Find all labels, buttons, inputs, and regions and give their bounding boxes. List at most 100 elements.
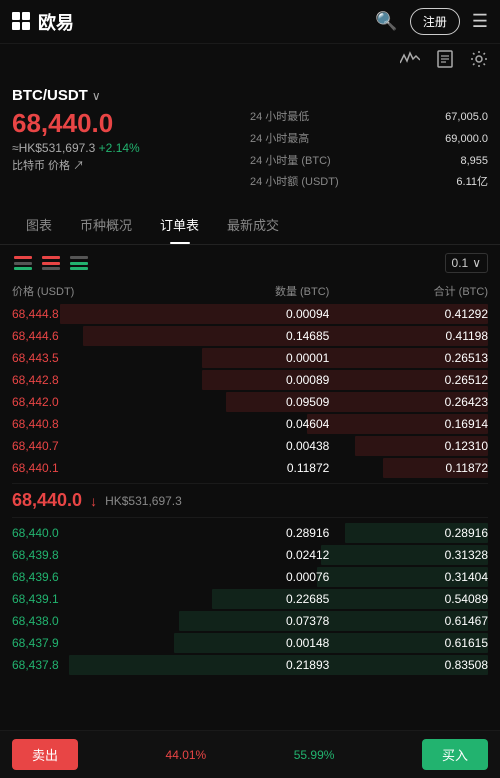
- sell-order-row[interactable]: 68,442.8 0.00089 0.26512: [12, 369, 488, 391]
- buy-total: 0.61467: [329, 614, 488, 628]
- sell-button[interactable]: 卖出: [12, 739, 78, 770]
- buy-total: 0.31404: [329, 570, 488, 584]
- main-price: 68,440.0: [12, 108, 250, 139]
- stat-low-label: 24 小时最低: [250, 108, 437, 128]
- sell-qty: 0.14685: [171, 329, 330, 343]
- sell-order-row[interactable]: 68,440.1 0.11872 0.11872: [12, 457, 488, 479]
- sell-total: 0.26512: [329, 373, 488, 387]
- precision-selector[interactable]: 0.1 ∨: [445, 253, 488, 273]
- register-button[interactable]: 注册: [410, 8, 460, 35]
- price-section: BTC/USDT ∨ 68,440.0 ≈HK$531,697.3 +2.14%…: [0, 79, 500, 201]
- tab-orderbook[interactable]: 订单表: [146, 205, 213, 244]
- sell-price: 68,440.1: [12, 461, 171, 475]
- buy-price: 68,439.1: [12, 592, 171, 606]
- trading-pair[interactable]: BTC/USDT: [12, 87, 88, 104]
- sell-order-row[interactable]: 68,442.0 0.09509 0.26423: [12, 391, 488, 413]
- orderbook-header: 价格 (USDT) 数量 (BTC) 合计 (BTC): [12, 281, 488, 301]
- buy-price: 68,439.8: [12, 548, 171, 562]
- pair-row: BTC/USDT ∨: [12, 87, 488, 104]
- pair-dropdown-icon[interactable]: ∨: [92, 89, 101, 103]
- buy-order-row[interactable]: 68,439.1 0.22685 0.54089: [12, 588, 488, 610]
- buy-order-row[interactable]: 68,438.0 0.07378 0.61467: [12, 610, 488, 632]
- middle-price: 68,440.0: [12, 490, 82, 511]
- sell-qty: 0.11872: [171, 461, 330, 475]
- sell-qty: 0.09509: [171, 395, 330, 409]
- stat-vol-usdt-label: 24 小时额 (USDT): [250, 173, 437, 193]
- sell-price: 68,442.8: [12, 373, 171, 387]
- price-stats: 24 小时最低 67,005.0 24 小时最高 69,000.0 24 小时量…: [250, 108, 488, 193]
- sell-order-row[interactable]: 68,443.5 0.00001 0.26513: [12, 347, 488, 369]
- buy-order-row[interactable]: 68,437.9 0.00148 0.61615: [12, 632, 488, 654]
- buy-pct: 55.99%: [294, 748, 335, 762]
- header-right: 🔍 注册 ☰: [375, 8, 488, 35]
- sell-order-row[interactable]: 68,440.8 0.04604 0.16914: [12, 413, 488, 435]
- orderbook: 0.1 ∨ 价格 (USDT) 数量 (BTC) 合计 (BTC) 68,444…: [0, 245, 500, 684]
- tabs: 图表 币种概况 订单表 最新成交: [0, 205, 500, 245]
- tab-overview[interactable]: 币种概况: [66, 205, 146, 244]
- stat-vol-usdt-val: 6.11亿: [445, 173, 488, 193]
- buy-order-row[interactable]: 68,439.6 0.00076 0.31404: [12, 566, 488, 588]
- price-direction-icon: ↓: [90, 493, 97, 509]
- sell-total: 0.26513: [329, 351, 488, 365]
- sell-price: 68,442.0: [12, 395, 171, 409]
- stat-high-label: 24 小时最高: [250, 130, 437, 150]
- price-left: 68,440.0 ≈HK$531,697.3 +2.14% 比特币 价格 ↗: [12, 108, 250, 193]
- buy-qty: 0.00076: [171, 570, 330, 584]
- sell-price: 68,443.5: [12, 351, 171, 365]
- middle-price-row: 68,440.0 ↓ HK$531,697.3: [12, 483, 488, 518]
- buy-button[interactable]: 买入: [422, 739, 488, 770]
- sell-qty: 0.00001: [171, 351, 330, 365]
- buy-order-row[interactable]: 68,440.0 0.28916 0.28916: [12, 522, 488, 544]
- sell-price: 68,440.8: [12, 417, 171, 431]
- sell-qty: 0.00089: [171, 373, 330, 387]
- buy-order-row[interactable]: 68,437.8 0.21893 0.83508: [12, 654, 488, 676]
- logo: 欧易: [12, 9, 74, 35]
- search-icon[interactable]: 🔍: [375, 11, 397, 32]
- sell-order-row[interactable]: 68,444.8 0.00094 0.41292: [12, 303, 488, 325]
- sell-total: 0.26423: [329, 395, 488, 409]
- document-icon[interactable]: [436, 50, 454, 73]
- settings-icon[interactable]: [470, 50, 488, 73]
- col-total-header: 合计 (BTC): [329, 283, 488, 299]
- orderbook-top: 0.1 ∨: [12, 253, 488, 273]
- buy-total: 0.54089: [329, 592, 488, 606]
- sell-price: 68,444.6: [12, 329, 171, 343]
- buy-total: 0.28916: [329, 526, 488, 540]
- sell-pct: 44.01%: [166, 748, 207, 762]
- middle-hk-price: HK$531,697.3: [105, 494, 182, 508]
- sell-total: 0.16914: [329, 417, 488, 431]
- btc-label[interactable]: 比特币 价格 ↗: [12, 157, 250, 173]
- chart-wave-icon[interactable]: [400, 51, 420, 72]
- hk-price: ≈HK$531,697.3 +2.14%: [12, 141, 250, 155]
- logo-icon: [12, 12, 32, 32]
- sell-total: 0.41198: [329, 329, 488, 343]
- buy-order-row[interactable]: 68,439.8 0.02412 0.31328: [12, 544, 488, 566]
- price-grid: 68,440.0 ≈HK$531,697.3 +2.14% 比特币 价格 ↗ 2…: [12, 108, 488, 193]
- sell-total: 0.41292: [329, 307, 488, 321]
- buy-total: 0.83508: [329, 658, 488, 672]
- sub-header: [0, 44, 500, 79]
- view-sell-button[interactable]: [40, 254, 62, 272]
- sell-price: 68,444.8: [12, 307, 171, 321]
- buy-total: 0.31328: [329, 548, 488, 562]
- menu-icon[interactable]: ☰: [472, 11, 488, 32]
- tab-chart[interactable]: 图表: [12, 205, 66, 244]
- stat-high-val: 69,000.0: [445, 130, 488, 150]
- buy-price: 68,439.6: [12, 570, 171, 584]
- sell-order-row[interactable]: 68,440.7 0.00438 0.12310: [12, 435, 488, 457]
- view-icons: [12, 254, 90, 272]
- precision-chevron-icon: ∨: [472, 256, 481, 270]
- buy-price: 68,437.8: [12, 658, 171, 672]
- buy-qty: 0.22685: [171, 592, 330, 606]
- sell-qty: 0.00438: [171, 439, 330, 453]
- buy-orders: 68,440.0 0.28916 0.28916 68,439.8 0.0241…: [12, 522, 488, 676]
- buy-qty: 0.21893: [171, 658, 330, 672]
- buy-qty: 0.28916: [171, 526, 330, 540]
- bottom-bar: 卖出 44.01% 55.99% 买入: [0, 730, 500, 778]
- tab-trades[interactable]: 最新成交: [213, 205, 293, 244]
- view-buy-button[interactable]: [68, 254, 90, 272]
- sell-order-row[interactable]: 68,444.6 0.14685 0.41198: [12, 325, 488, 347]
- sell-price: 68,440.7: [12, 439, 171, 453]
- view-full-button[interactable]: [12, 254, 34, 272]
- sell-qty: 0.00094: [171, 307, 330, 321]
